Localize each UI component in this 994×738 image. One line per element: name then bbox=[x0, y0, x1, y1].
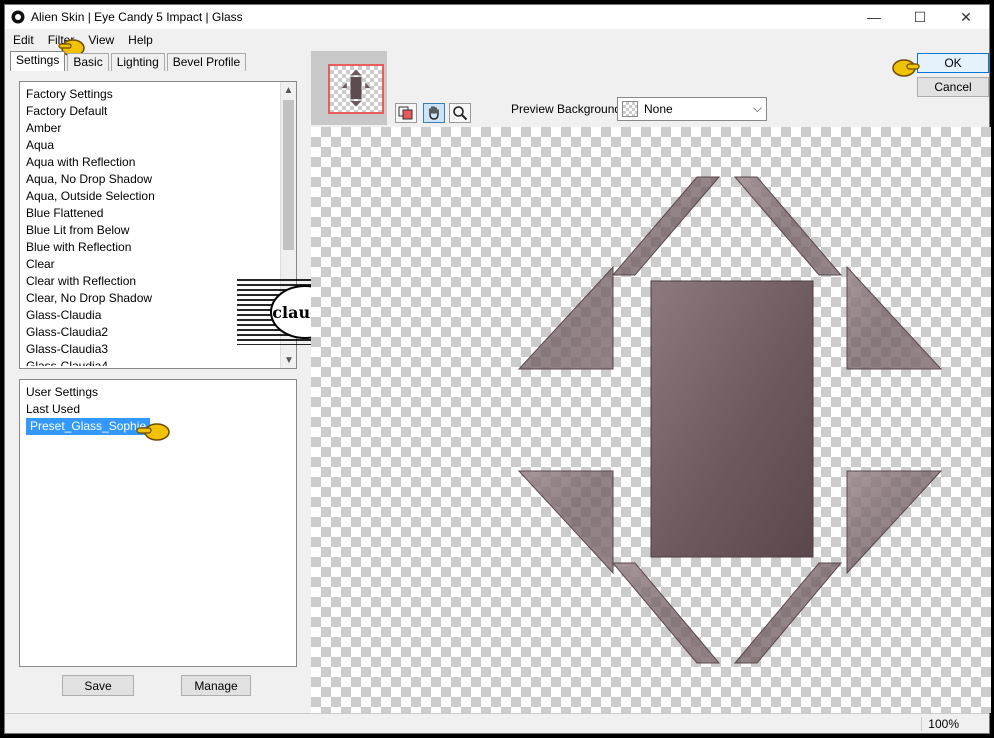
settings-tabs: Settings Basic Lighting Bevel Profile bbox=[10, 51, 248, 71]
list-item[interactable]: Amber bbox=[20, 120, 296, 137]
tab-lighting[interactable]: Lighting bbox=[110, 53, 165, 71]
tab-bevel-profile[interactable]: Bevel Profile bbox=[166, 53, 247, 71]
preview-background-select[interactable]: None ⌵ bbox=[617, 97, 767, 121]
user-settings-header: User Settings bbox=[26, 385, 99, 399]
list-item[interactable]: Aqua with Reflection bbox=[20, 154, 296, 171]
list-item[interactable]: Clear bbox=[20, 256, 296, 273]
list-item[interactable]: Aqua, Outside Selection bbox=[20, 188, 296, 205]
list-item[interactable]: Blue Lit from Below bbox=[20, 222, 296, 239]
compare-icon bbox=[398, 106, 413, 120]
list-item[interactable]: Glass-Claudia4 bbox=[20, 358, 296, 366]
menu-edit[interactable]: Edit bbox=[9, 33, 38, 47]
menu-bar: Edit Filter View Help bbox=[5, 30, 989, 50]
list-item[interactable]: Aqua bbox=[20, 137, 296, 154]
glass-shape-preview bbox=[517, 176, 943, 664]
pointing-hand-icon bbox=[136, 423, 170, 441]
scroll-thumb[interactable] bbox=[283, 100, 294, 250]
hand-icon bbox=[429, 106, 439, 120]
alien-skin-logo-icon bbox=[11, 10, 25, 24]
close-button[interactable]: ✕ bbox=[943, 5, 989, 29]
preview-canvas[interactable] bbox=[311, 127, 991, 713]
list-item[interactable]: Factory Default bbox=[20, 103, 296, 120]
factory-settings-header: Factory Settings bbox=[26, 87, 113, 101]
save-button[interactable]: Save bbox=[62, 675, 134, 696]
status-bar: 100% bbox=[5, 713, 989, 733]
compare-tool-button[interactable] bbox=[395, 103, 417, 123]
navigator-thumbnail[interactable] bbox=[311, 51, 387, 125]
manage-button[interactable]: Manage bbox=[181, 675, 251, 696]
menu-help[interactable]: Help bbox=[124, 33, 157, 47]
window-title: Alien Skin | Eye Candy 5 Impact | Glass bbox=[31, 10, 243, 24]
tab-settings[interactable]: Settings bbox=[10, 51, 66, 71]
thumbnail-shape-icon bbox=[341, 69, 371, 107]
maximize-button[interactable]: ☐ bbox=[897, 5, 943, 29]
magnifier-icon bbox=[453, 106, 468, 121]
scroll-up-icon[interactable]: ▲ bbox=[281, 82, 296, 98]
title-bar: Alien Skin | Eye Candy 5 Impact | Glass … bbox=[5, 5, 989, 29]
list-item[interactable]: Aqua, No Drop Shadow bbox=[20, 171, 296, 188]
menu-view[interactable]: View bbox=[84, 33, 118, 47]
list-item[interactable]: Last Used bbox=[20, 401, 296, 418]
ok-button[interactable]: OK bbox=[917, 53, 989, 73]
selected-preset[interactable]: Preset_Glass_Sophie bbox=[26, 418, 151, 435]
transparent-swatch-icon bbox=[622, 101, 638, 117]
navigator-viewport[interactable] bbox=[328, 64, 384, 114]
preview-background-label: Preview Background: bbox=[511, 102, 625, 116]
cancel-button[interactable]: Cancel bbox=[917, 77, 989, 97]
tab-basic[interactable]: Basic bbox=[67, 53, 109, 71]
hand-tool-button[interactable] bbox=[423, 103, 445, 123]
preview-background-value: None bbox=[644, 102, 673, 116]
zoom-tool-button[interactable] bbox=[449, 103, 471, 123]
minimize-button[interactable]: — bbox=[851, 5, 897, 29]
scroll-down-icon[interactable]: ▼ bbox=[281, 352, 297, 368]
chevron-down-icon: ⌵ bbox=[752, 101, 762, 115]
app-window: Alien Skin | Eye Candy 5 Impact | Glass … bbox=[4, 4, 991, 734]
zoom-level: 100% bbox=[921, 717, 959, 731]
list-item[interactable]: Blue Flattened bbox=[20, 205, 296, 222]
pointing-hand-icon bbox=[892, 59, 920, 77]
list-item[interactable]: Blue with Reflection bbox=[20, 239, 296, 256]
